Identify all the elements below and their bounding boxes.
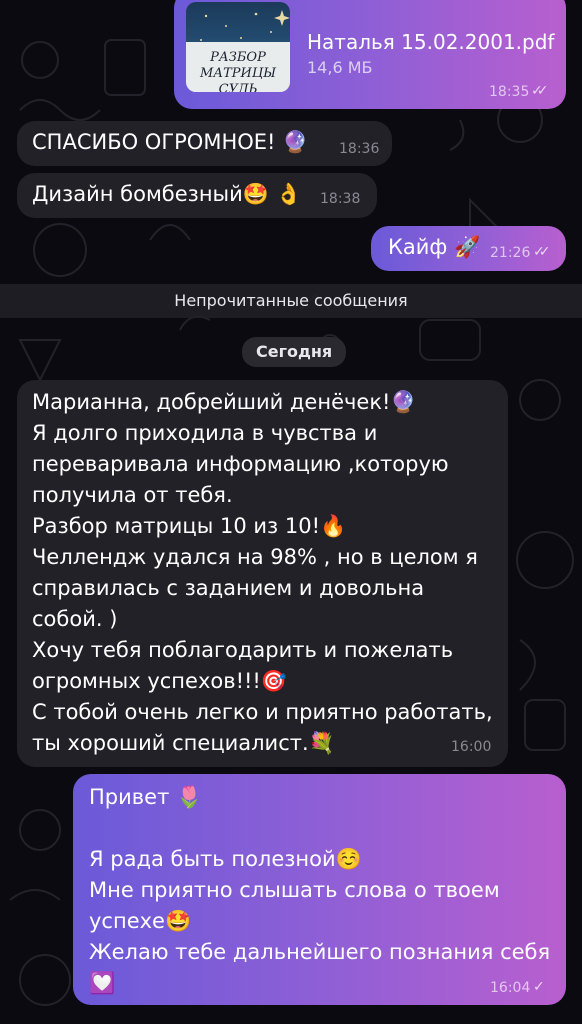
file-size: 14,6 МБ (307, 58, 373, 77)
file-thumbnail[interactable]: РАЗБОР МАТРИЦЫ СУДЬ (186, 2, 290, 92)
message-line: 💟 (89, 971, 116, 995)
incoming-message[interactable]: Дизайн бомбезный🤩 👌 18:38 (17, 173, 377, 218)
date-separator: Сегодня (242, 337, 347, 367)
message-text: Привет 🌷 Я рада быть полезной☺️ Мне прия… (89, 782, 559, 999)
read-checkmarks-icon: ✓✓ (531, 83, 549, 99)
message-line: Марианна, добрейший денёчек!🔮 (32, 390, 417, 414)
message-time: 18:35 (489, 84, 530, 100)
message-time: 21:26 (490, 245, 531, 261)
incoming-message[interactable]: Марианна, добрейший денёчек!🔮 Я долго пр… (17, 380, 508, 767)
file-name[interactable]: Наталья 15.02.2001.pdf (307, 30, 554, 54)
message-line: собой. ) (32, 607, 118, 631)
read-checkmark-icon: ✓ (533, 979, 544, 995)
file-message-bubble[interactable]: РАЗБОР МАТРИЦЫ СУДЬ Наталья 15.02.2001.p… (174, 0, 566, 109)
message-line: Привет 🌷 (89, 785, 203, 809)
message-time: 18:36 (339, 141, 380, 157)
message-time: 16:04 (490, 980, 531, 996)
message-time: 18:38 (320, 191, 361, 207)
outgoing-message[interactable]: Привет 🌷 Я рада быть полезной☺️ Мне прия… (73, 774, 566, 1005)
message-line (89, 813, 559, 844)
message-line: Хочу тебя поблагодарить и пожелать (32, 638, 454, 662)
message-line: справилась с заданием и довольна (32, 576, 425, 600)
message-line: Разбор матрицы 10 из 10!🔥 (32, 514, 347, 538)
thumbnail-title: РАЗБОР МАТРИЦЫ СУДЬ (186, 42, 290, 92)
incoming-message[interactable]: СПАСИБО ОГРОМНОЕ! 🔮 18:36 (17, 121, 392, 166)
message-line: Челлендж удался на 98% , но в целом я (32, 545, 478, 569)
read-checkmarks-icon: ✓✓ (533, 244, 551, 260)
message-line: успехе🤩 (89, 909, 192, 933)
message-line: Я рада быть полезной☺️ (89, 847, 362, 871)
message-line: Мне приятно слышать слова о твоем (89, 878, 500, 902)
message-line: ты хороший специалист.💐 (32, 731, 335, 755)
message-line: получила от тебя. (32, 483, 233, 507)
message-text: СПАСИБО ОГРОМНОЕ! 🔮 (32, 130, 309, 154)
message-time: 16:00 (451, 739, 492, 755)
message-line: переваривала информацию ,которую (32, 452, 449, 476)
unread-messages-divider: Непрочитанные сообщения (0, 284, 582, 318)
message-text: Кайф 🚀 (388, 235, 481, 259)
message-line: Желаю тебе дальнейшего познания себя (89, 940, 551, 964)
message-line: С тобой очень легко и приятно работать, (32, 700, 493, 724)
message-text: Дизайн бомбезный🤩 👌 (32, 182, 302, 206)
message-line: огромных успехов!!!🎯 (32, 669, 287, 693)
message-text: Марианна, добрейший денёчек!🔮 Я долго пр… (32, 387, 502, 759)
message-line: Я долго приходила в чувства и (32, 421, 378, 445)
outgoing-message[interactable]: Кайф 🚀 21:26 ✓✓ (371, 226, 566, 271)
